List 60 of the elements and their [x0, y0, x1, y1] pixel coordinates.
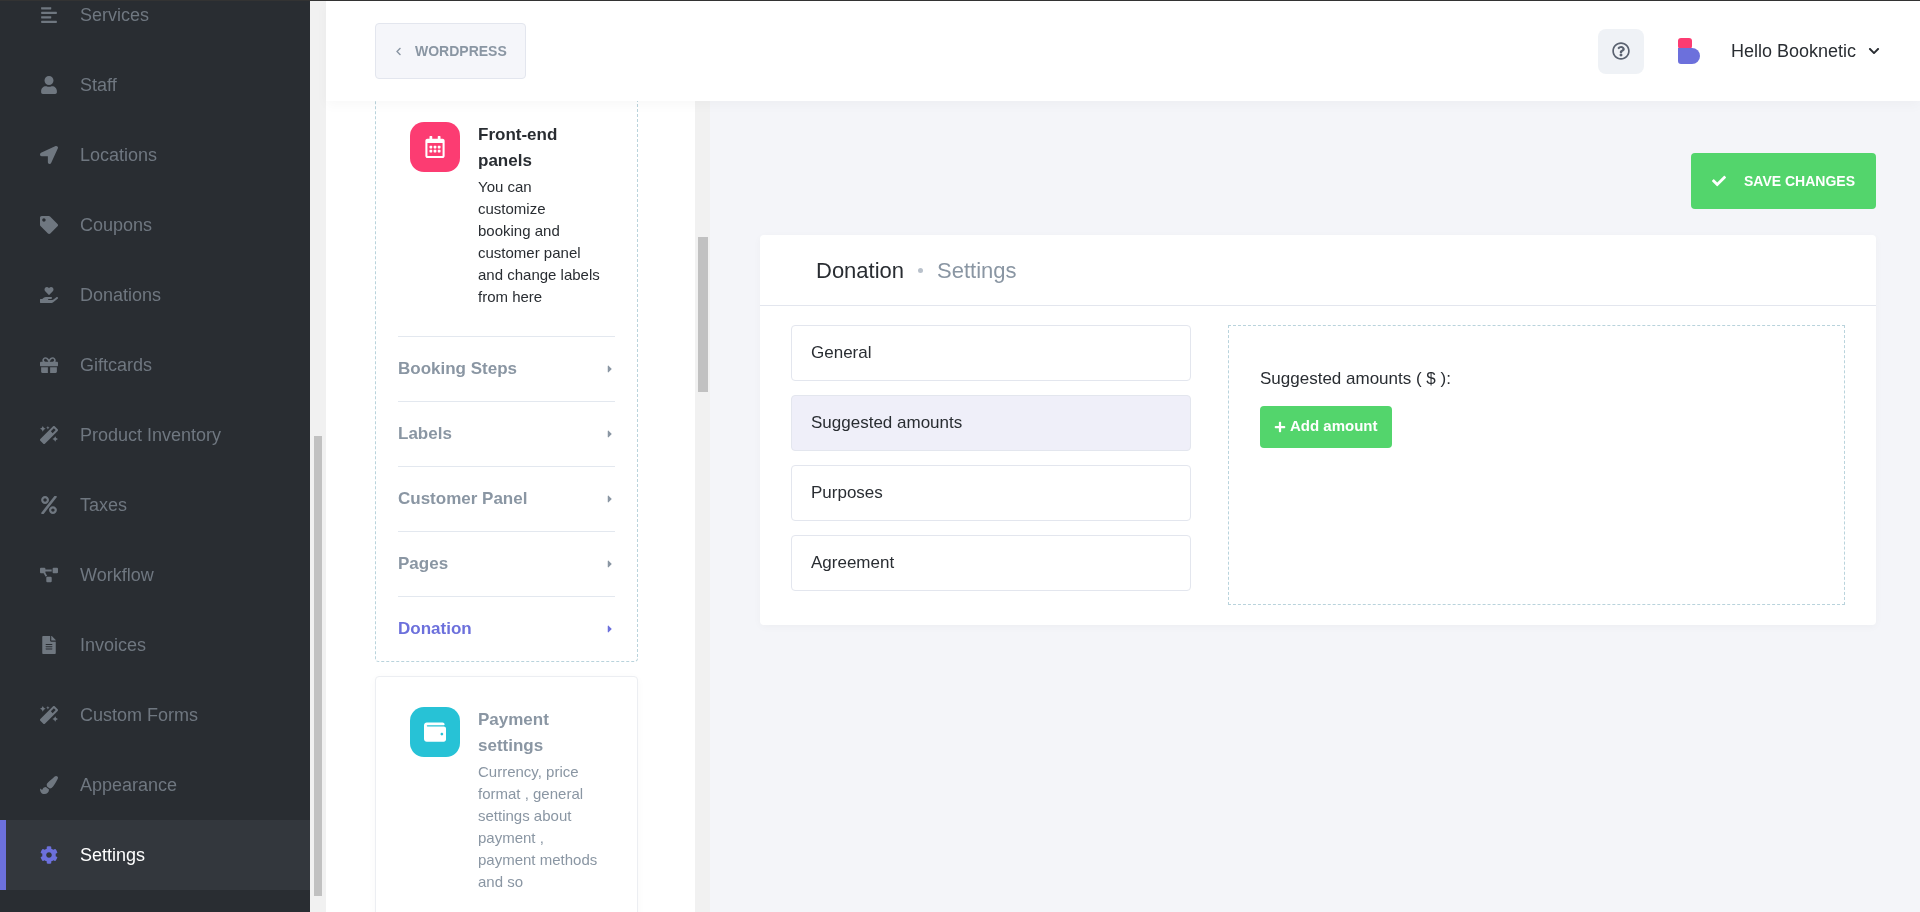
magic-wand-icon [40, 426, 58, 444]
sidebar-item[interactable]: Workflow [0, 540, 310, 610]
plus-icon [1274, 420, 1286, 433]
card-title: Payment settings [478, 709, 550, 757]
settings-tab[interactable]: Purposes [791, 465, 1191, 521]
navigation-arrow-icon [40, 146, 58, 164]
add-amount-button[interactable]: Add amount [1260, 405, 1392, 448]
wallet-icon [424, 721, 446, 743]
save-changes-button[interactable]: SAVE CHANGES [1691, 153, 1876, 209]
sidebar-item[interactable]: Invoices [0, 610, 310, 680]
field-label: Suggested amounts ( $ ): [1260, 368, 1451, 390]
percent-icon [40, 496, 58, 514]
sidebar-item[interactable]: Taxes [0, 470, 310, 540]
sidebar-item[interactable]: Settings [0, 820, 310, 890]
sidebar-item[interactable]: Coupons [0, 190, 310, 260]
settings-menu-item[interactable]: Customer Panel [398, 466, 615, 531]
lines-icon [40, 6, 58, 24]
bullet-icon [918, 267, 924, 273]
sidebar-item[interactable]: Staff [0, 50, 310, 120]
calendar-icon [424, 136, 446, 158]
question-icon [1611, 42, 1630, 60]
sidebar-item[interactable]: Services [0, 1, 310, 50]
settings-tab[interactable]: Suggested amounts [791, 395, 1191, 451]
settings-card[interactable]: Front-end panels You can customize booking and customer panel and change labels from here Booking Steps Labels Customer Panel Pages Donation [375, 101, 638, 662]
settings-card[interactable]: Payment settings Currency, price format , general settings about payment , payment methods and so [375, 676, 638, 912]
sidebar-item[interactable]: Donations [0, 260, 310, 330]
panel-title: Donation [816, 256, 905, 285]
back-button[interactable]: WORDPRESS [375, 23, 526, 79]
card-title: Front-end panels [478, 124, 559, 172]
card-description: You can customize booking and customer panel and change labels from here [478, 177, 601, 307]
settings-tab[interactable]: General [791, 325, 1191, 381]
chevron-left-icon [394, 46, 403, 56]
document-icon [40, 636, 58, 654]
scrollbar[interactable] [695, 101, 710, 912]
hand-heart-icon [40, 286, 58, 304]
chevron-down-icon [1868, 45, 1880, 57]
settings-tab[interactable]: Agreement [791, 535, 1191, 591]
card-description: Currency, price format , general settings about payment , payment methods and so [478, 762, 599, 892]
logo-icon [1677, 38, 1700, 64]
panel-subtitle: Settings [937, 256, 1017, 285]
sidebar-item[interactable]: Product Inventory [0, 400, 310, 470]
magic-wand-icon [40, 706, 58, 724]
settings-icon [40, 846, 58, 864]
person-icon [40, 76, 58, 94]
settings-menu-item[interactable]: Labels [398, 401, 615, 466]
gift-icon [40, 356, 58, 374]
sidebar-item[interactable]: Locations [0, 120, 310, 190]
tag-icon [40, 216, 58, 234]
settings-menu-item[interactable]: Donation [398, 596, 615, 661]
sidebar-item[interactable]: Giftcards [0, 330, 310, 400]
scrollbar[interactable] [310, 1, 326, 912]
settings-menu-item[interactable]: Booking Steps [398, 336, 615, 401]
sidebar-item[interactable]: Custom Forms [0, 680, 310, 750]
hierarchy-icon [40, 566, 58, 584]
user-menu[interactable]: Hello Booknetic [1730, 37, 1880, 65]
check-icon [1712, 174, 1726, 188]
settings-menu-item[interactable]: Pages [398, 531, 615, 596]
help-button[interactable] [1597, 28, 1644, 74]
paint-brush-icon [40, 776, 58, 794]
sidebar-item[interactable]: Appearance [0, 750, 310, 820]
